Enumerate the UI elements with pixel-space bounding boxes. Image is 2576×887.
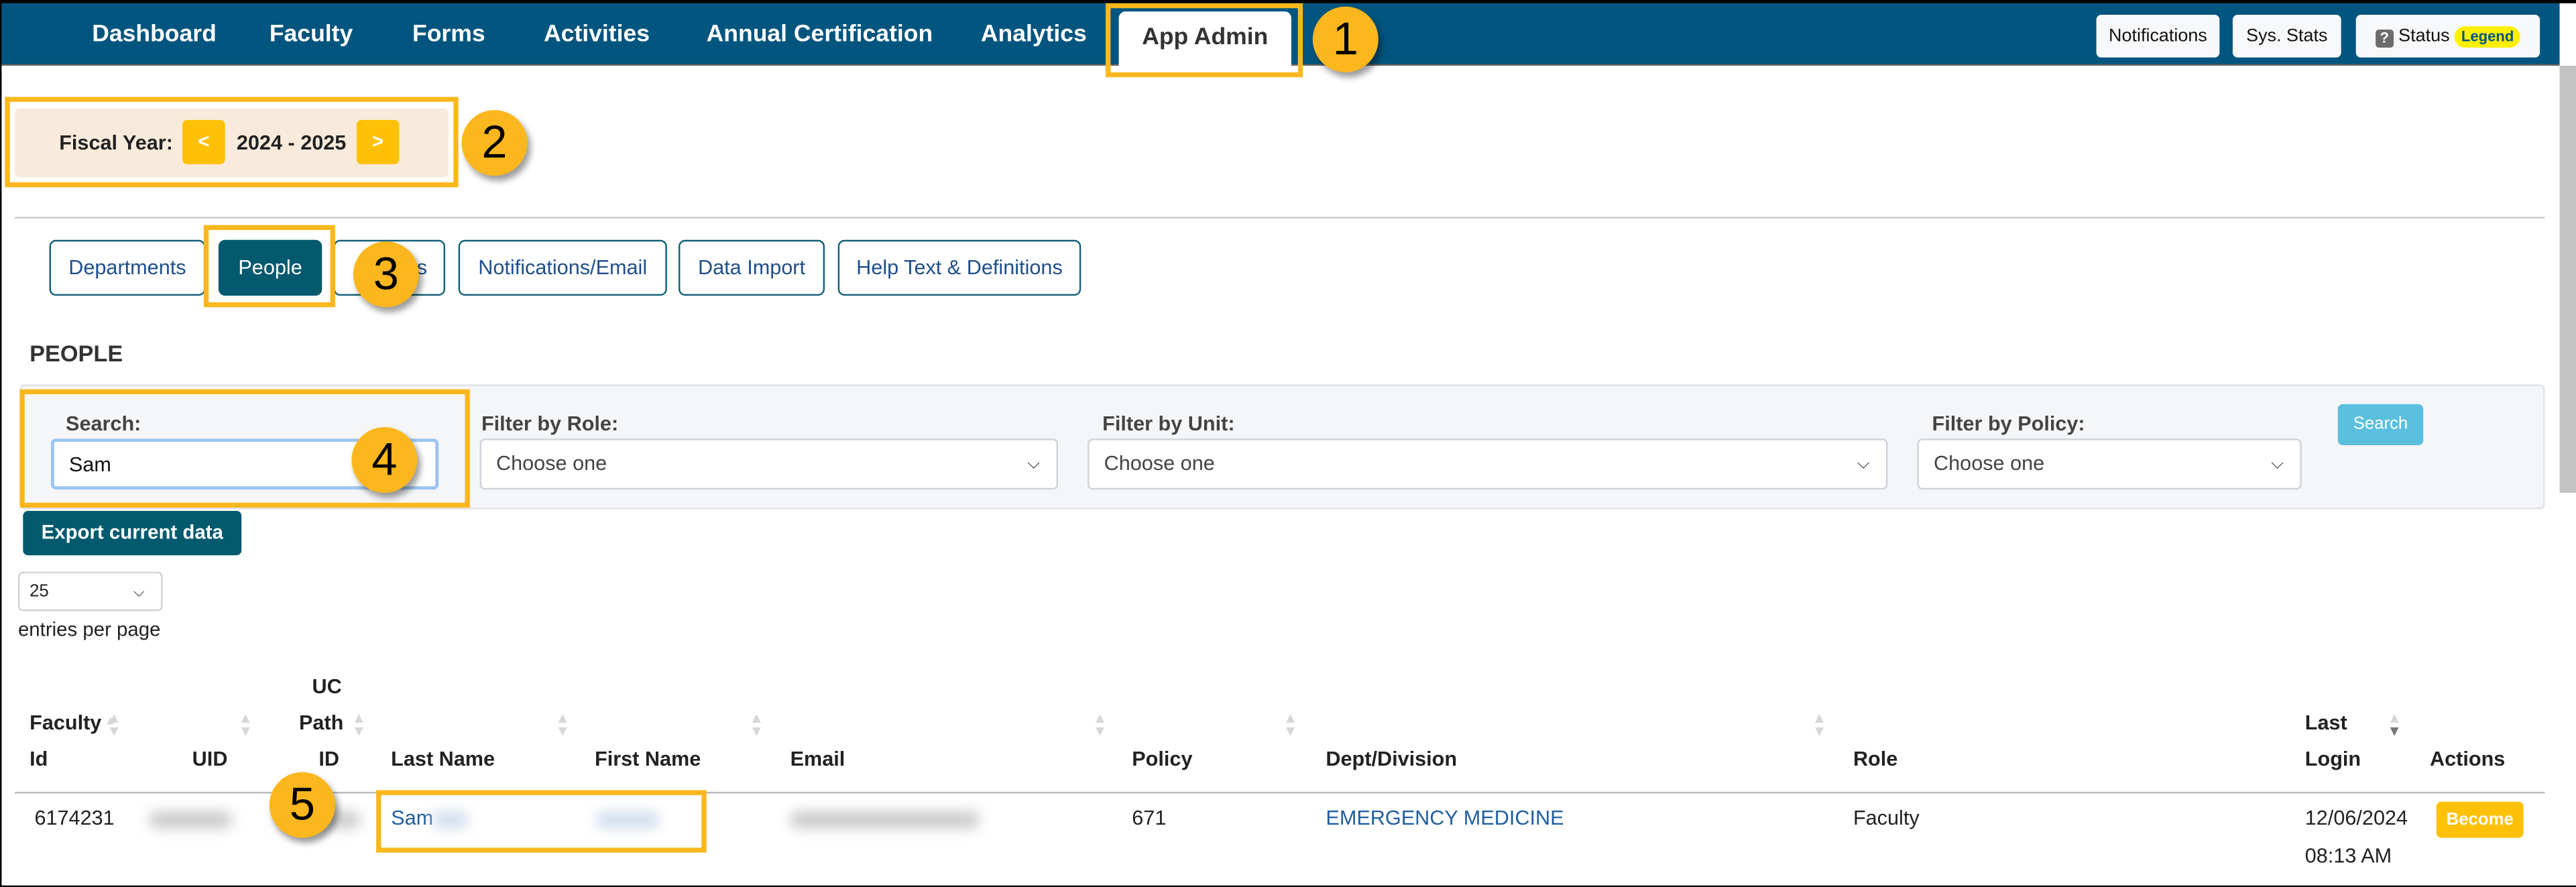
col-policy[interactable]: Policy (1132, 748, 1192, 770)
annotation-badge-4: 4 (351, 427, 418, 493)
col-last-login-2[interactable]: Login (2305, 748, 2361, 770)
notifications-button[interactable]: Notifications (2096, 15, 2220, 58)
nav-dashboard[interactable]: Dashboard (92, 21, 217, 48)
sort-icon[interactable]: ▲ ▼ (238, 711, 253, 739)
col-actions: Actions (2429, 747, 2506, 771)
col-last-name[interactable]: Last Name (391, 748, 495, 770)
col-faculty-id-2[interactable]: Id (30, 748, 48, 770)
sort-icon[interactable]: ▲ ▼ (1092, 711, 1107, 739)
unit-filter-label: Filter by Unit: (1102, 412, 1235, 436)
col-faculty-id-1[interactable]: Faculty (30, 711, 101, 734)
sort-icon[interactable]: ▲ ▼ (1812, 711, 1827, 739)
cell-uid-redacted (149, 811, 232, 828)
search-button[interactable]: Search (2337, 404, 2424, 446)
policy-filter-value: Choose one (1934, 451, 2045, 475)
sort-icon[interactable]: ▲ ▼ (351, 711, 366, 739)
tab-notifications-email[interactable]: Notifications/Email (458, 239, 667, 296)
status-legend-button[interactable]: ? Status Legend (2355, 15, 2540, 58)
sort-icon[interactable]: ▲ ▼ (749, 711, 764, 739)
col-first-name[interactable]: First Name (595, 748, 701, 770)
cell-faculty-id: 6174231 (34, 807, 115, 830)
policy-filter-label: Filter by Policy: (1932, 412, 2085, 436)
col-email[interactable]: Email (791, 748, 845, 770)
app-page: Dashboard Faculty Forms Activities Annua… (0, 0, 2576, 887)
role-filter-label: Filter by Role: (481, 412, 619, 436)
cell-role: Faculty (1853, 807, 1920, 830)
chevron-down-icon: ⌵ (133, 583, 145, 600)
nav-faculty[interactable]: Faculty (270, 21, 353, 48)
nav-annual-certification[interactable]: Annual Certification (707, 21, 933, 48)
export-button[interactable]: Export current data (23, 511, 242, 556)
nav-analytics[interactable]: Analytics (981, 21, 1087, 48)
col-dept[interactable]: Dept/Division (1326, 748, 1457, 770)
annotation-badge-5: 5 (269, 772, 335, 838)
unit-filter-select[interactable]: Choose one ⌵ (1088, 438, 1888, 490)
nav-forms[interactable]: Forms (412, 21, 485, 48)
tab-data-import[interactable]: Data Import (678, 239, 825, 296)
scrollbar[interactable] (2559, 66, 2576, 493)
cell-email-redacted (790, 811, 980, 828)
question-icon: ? (2375, 29, 2394, 48)
annotation-badge-3: 3 (353, 241, 419, 308)
col-ucpath-2[interactable]: Path (299, 711, 343, 734)
page-title: PEOPLE (30, 340, 123, 367)
status-label: Status (2398, 26, 2450, 46)
become-button[interactable]: Become (2436, 801, 2524, 838)
col-last-login-1[interactable]: Last (2305, 711, 2347, 734)
sort-icon[interactable]: ▲ ▼ (555, 711, 570, 739)
cell-last-login-date: 12/06/2024 (2304, 807, 2408, 830)
chevron-down-icon: ⌵ (1857, 455, 1870, 473)
divider (15, 217, 2545, 219)
col-ucpath-1[interactable]: UC (312, 675, 342, 698)
col-ucpath-3[interactable]: ID (318, 748, 339, 770)
tab-departments[interactable]: Departments (49, 239, 206, 296)
dept-link[interactable]: EMERGENCY MEDICINE (1326, 807, 1564, 829)
page-size-select[interactable]: 25 ⌵ (17, 571, 163, 611)
sort-icon[interactable]: ▲ ▼ (1283, 711, 1298, 739)
annotation-box-3 (203, 225, 335, 308)
sort-desc-icon[interactable]: ▲ ▼ (2387, 711, 2402, 739)
page-size-label: entries per page (17, 617, 161, 641)
annotation-box-2 (5, 97, 459, 188)
legend-badge: Legend (2455, 26, 2521, 48)
nav-activities[interactable]: Activities (544, 21, 650, 48)
chevron-down-icon: ⌵ (1027, 455, 1041, 473)
role-filter-select[interactable]: Choose one ⌵ (479, 438, 1058, 490)
cell-dept[interactable]: EMERGENCY MEDICINE (1326, 807, 1564, 829)
col-role[interactable]: Role (1853, 748, 1897, 770)
policy-filter-select[interactable]: Choose one ⌵ (1917, 438, 2302, 490)
page-size-value: 25 (30, 581, 49, 601)
annotation-badge-1: 1 (1312, 6, 1379, 72)
annotation-box-1 (1106, 3, 1303, 78)
role-filter-value: Choose one (495, 451, 607, 475)
sort-icon[interactable]: ▲ ▼ (107, 711, 121, 739)
cell-policy: 671 (1132, 807, 1167, 830)
col-uid[interactable]: UID (192, 748, 228, 770)
annotation-box-5 (376, 790, 707, 853)
tab-help-text[interactable]: Help Text & Definitions (837, 239, 1081, 296)
cell-last-login-time: 08:13 AM (2304, 844, 2392, 868)
chevron-down-icon: ⌵ (2271, 455, 2284, 473)
annotation-badge-2: 2 (461, 110, 528, 176)
unit-filter-value: Choose one (1104, 451, 1215, 475)
sys-stats-button[interactable]: Sys. Stats (2232, 15, 2341, 58)
